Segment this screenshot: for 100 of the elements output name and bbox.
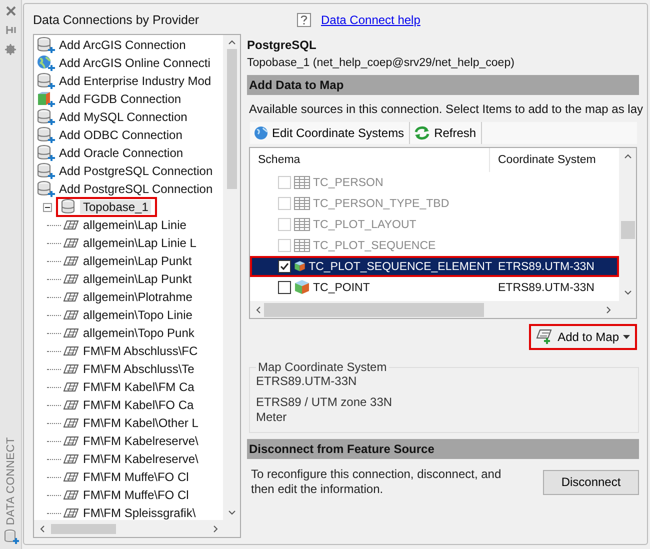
column-header[interactable]: Coordinate System [490,148,596,172]
layer-icon [63,256,79,266]
provider-item[interactable]: Add ODBC Connection [37,126,223,144]
database-icon [2,529,18,545]
column-header[interactable]: Schema [250,148,490,172]
layer-icon [63,328,79,338]
layer-item[interactable]: allgemein\Plotrahme [37,288,223,306]
layer-icon [63,400,79,410]
layer-item[interactable]: allgemein\Lap Linie [37,216,223,234]
layer-icon [63,382,79,392]
layer-icon [63,490,79,500]
table-icon [294,197,310,210]
settings-icon[interactable] [5,44,16,55]
disconnect-button[interactable]: Disconnect [543,470,639,494]
connection-label: Topobase_1 [80,200,152,214]
table-cell: TC_PLOT_SEQUENCE [313,240,436,252]
panel-heading: Data Connections by Provider [33,12,200,29]
table-cell: TC_PLOT_LAYOUT [313,218,416,230]
database-icon [37,163,55,179]
table-icon [294,176,310,189]
table-cell: TC_PLOT_SEQUENCE_ELEMENT [308,260,492,272]
provider-item[interactable]: Add FGDB Connection [37,90,223,108]
layer-icon [63,472,79,482]
layer-icon [63,292,79,302]
vertical-scrollbar[interactable] [619,148,636,301]
caret-icon [623,335,630,339]
layer-icon [63,454,79,464]
table-cell: ETRS89.UTM-33N [498,282,594,294]
provider-item[interactable]: Add ArcGIS Connection [37,36,223,54]
scrollbar-thumb[interactable] [51,524,116,534]
layer-icon [63,364,79,374]
layer-icon [63,346,79,356]
layer-icon [63,310,79,320]
globe-icon [254,126,268,140]
layer-item[interactable]: FM\FM Kabel\FM Ca [37,378,223,396]
help-icon [297,13,311,27]
layer-item[interactable]: FM\FM Spleissgrafik\ [37,504,223,520]
layer-icon [63,508,79,518]
collapse-icon[interactable] [43,202,52,212]
provider-item[interactable]: Add Oracle Connection [37,144,223,162]
close-icon[interactable] [6,6,16,16]
schema-row[interactable]: TC_PLOT_SEQUENCE_ELEMENT ETRS89.UTM-33N [250,256,619,277]
layer-item[interactable]: FM\FM Kabel\Other L [37,414,223,432]
scrollbar-thumb[interactable] [226,49,236,189]
schema-row[interactable]: TC_POINT ETRS89.UTM-33N [250,277,619,298]
coordinate-system-text: ETRS89 / UTM zone 33N [256,395,394,410]
connection-info: Topobase_1 (net_help_coep@srv29/net_help_coep) [247,57,516,69]
database-icon [60,199,76,215]
provider-item[interactable]: Add PostgreSQL Connection [37,180,223,198]
table-cell: TC_POINT [313,282,370,294]
cube-icon [37,91,55,107]
table-cell: ETRS89.UTM-33N [498,260,594,272]
refresh-icon [414,126,430,140]
help-link[interactable]: Data Connect help [321,13,420,27]
toolbar-button[interactable]: Refresh [410,122,482,144]
add-layer-icon [536,329,554,345]
checkbox[interactable] [278,260,291,273]
horizontal-scrollbar[interactable] [250,301,636,318]
table-cell: TC_PERSON_TYPE_TBD [313,198,450,210]
provider-item[interactable]: Add ArcGIS Online Connecti [37,54,223,72]
layer-item[interactable]: allgemein\Topo Punk [37,324,223,342]
layer-item[interactable]: allgemein\Topo Linie [37,306,223,324]
layer-icon [63,238,79,248]
database-icon [37,127,55,143]
add-to-map-button[interactable]: Add to Map [528,324,637,350]
vertical-scrollbar[interactable] [223,35,240,520]
cube-icon [294,259,306,274]
palette-title: DATA CONNECT [4,436,16,525]
database-icon [37,109,55,125]
layer-icon [63,274,79,284]
layer-item[interactable]: FM\FM Kabel\FO Ca [37,396,223,414]
layer-item[interactable]: allgemein\Lap Punkt [37,270,223,288]
cube-icon [294,280,310,295]
scrollbar-thumb[interactable] [264,302,484,316]
provider-item[interactable]: Add Enterprise Industry Mod [37,72,223,90]
coordinate-system-text: ETRS89.UTM-33N [256,374,358,389]
pin-icon[interactable] [6,25,16,35]
coordinate-system-text: Meter [256,410,288,425]
provider-name: PostgreSQL [247,38,318,52]
horizontal-scrollbar[interactable] [34,520,240,537]
layer-item[interactable]: allgemein\Lap Punkt [37,252,223,270]
toolbar-button[interactable]: Edit Coordinate Systems [250,122,410,144]
provider-item[interactable]: Add MySQL Connection [37,108,223,126]
layer-item[interactable]: FM\FM Kabelreserve\ [37,450,223,468]
layer-item[interactable]: FM\FM Abschluss\Te [37,360,223,378]
checkbox[interactable] [278,281,291,294]
database-icon [37,181,55,197]
database-icon [37,145,55,161]
globe-icon [37,55,55,71]
layer-item[interactable]: FM\FM Abschluss\FC [37,342,223,360]
layer-item[interactable]: allgemein\Lap Linie L [37,234,223,252]
layer-item[interactable]: FM\FM Muffe\FO Cl [37,468,223,486]
connection-item[interactable]: Topobase_1 [56,197,158,217]
provider-item[interactable]: Add PostgreSQL Connection [37,162,223,180]
table-icon [294,218,310,231]
layer-item[interactable]: FM\FM Kabelreserve\ [37,432,223,450]
scrollbar-thumb[interactable] [620,221,634,239]
layer-item[interactable]: FM\FM Muffe\FO Cl [37,486,223,504]
layer-icon [63,220,79,230]
disconnect-text: To reconfigure this connection, disconnect, and then edit the information. [251,467,502,497]
